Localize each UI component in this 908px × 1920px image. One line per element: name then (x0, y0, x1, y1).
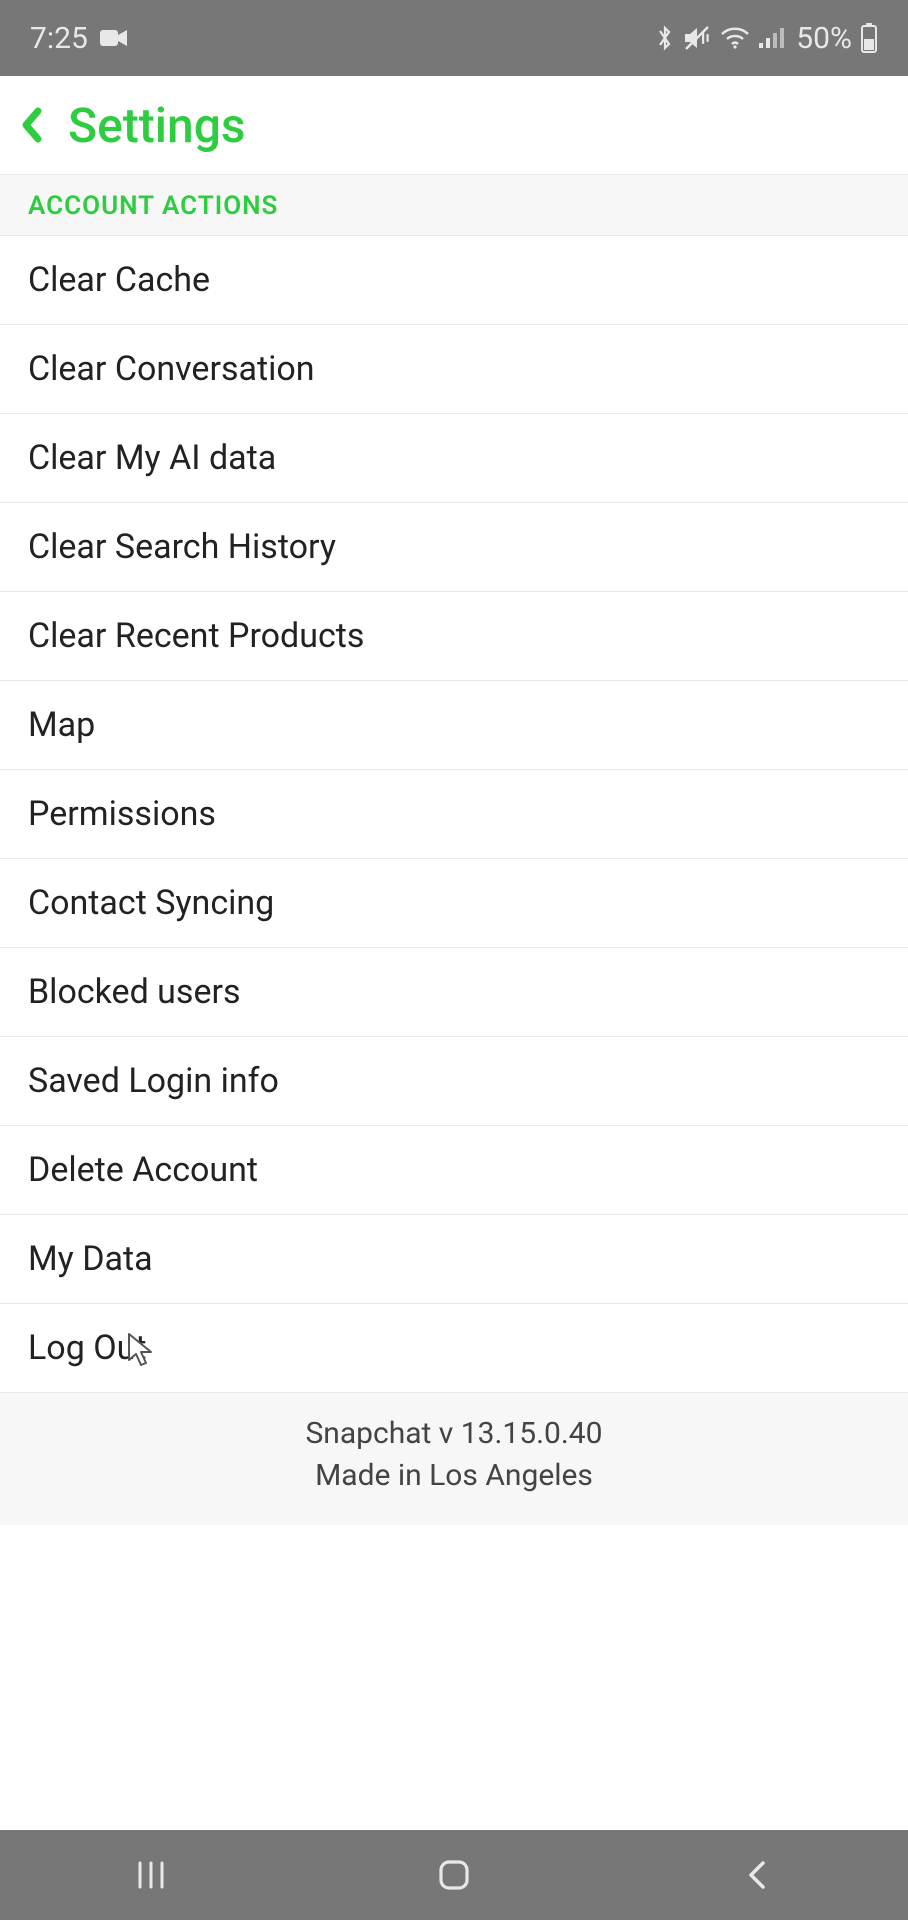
nav-recents-button[interactable] (121, 1845, 181, 1905)
item-my-data[interactable]: My Data (0, 1215, 908, 1304)
back-button[interactable] (18, 105, 66, 145)
wifi-icon (720, 26, 750, 50)
signal-icon (758, 27, 784, 49)
page-title: Settings (68, 97, 246, 154)
nav-home-button[interactable] (424, 1845, 484, 1905)
app-version-footer: Snapchat v 13.15.0.40 Made in Los Angele… (0, 1393, 908, 1525)
item-clear-cache[interactable]: Clear Cache (0, 236, 908, 325)
footer-line-1: Snapchat v 13.15.0.40 (0, 1413, 908, 1455)
item-label: Permissions (28, 794, 216, 834)
item-contact-syncing[interactable]: Contact Syncing (0, 859, 908, 948)
item-label: Saved Login info (28, 1061, 279, 1101)
item-permissions[interactable]: Permissions (0, 770, 908, 859)
item-clear-my-ai-data[interactable]: Clear My AI data (0, 414, 908, 503)
item-saved-login-info[interactable]: Saved Login info (0, 1037, 908, 1126)
item-blocked-users[interactable]: Blocked users (0, 948, 908, 1037)
item-label: Blocked users (28, 972, 241, 1012)
nav-back-button[interactable] (727, 1845, 787, 1905)
status-time: 7:25 (30, 21, 88, 56)
item-clear-conversation[interactable]: Clear Conversation (0, 325, 908, 414)
mute-vibrate-icon (682, 25, 712, 51)
item-label: Clear Search History (28, 527, 336, 567)
item-log-out[interactable]: Log Out (0, 1304, 908, 1393)
item-label: My Data (28, 1239, 153, 1279)
item-map[interactable]: Map (0, 681, 908, 770)
item-label: Clear Recent Products (28, 616, 364, 656)
item-label: Clear My AI data (28, 438, 276, 478)
status-bar: 7:25 50% (0, 0, 908, 76)
page-header: Settings (0, 76, 908, 174)
chevron-left-icon (18, 105, 46, 145)
system-nav-bar (0, 1830, 908, 1920)
status-left: 7:25 (30, 21, 128, 56)
bluetooth-icon (656, 24, 674, 52)
item-delete-account[interactable]: Delete Account (0, 1126, 908, 1215)
item-label: Map (28, 705, 95, 745)
footer-line-2: Made in Los Angeles (0, 1455, 908, 1497)
item-clear-recent-products[interactable]: Clear Recent Products (0, 592, 908, 681)
section-header-account-actions: ACCOUNT ACTIONS (0, 174, 908, 236)
status-right: 50% (656, 21, 878, 56)
item-label: Delete Account (28, 1150, 258, 1190)
item-clear-search-history[interactable]: Clear Search History (0, 503, 908, 592)
item-label: Clear Conversation (28, 349, 315, 389)
item-label: Log Out (28, 1328, 147, 1368)
settings-list: Clear Cache Clear Conversation Clear My … (0, 236, 908, 1393)
battery-icon (860, 23, 878, 53)
item-label: Contact Syncing (28, 883, 274, 923)
home-icon (434, 1855, 474, 1895)
item-label: Clear Cache (28, 260, 210, 300)
back-icon (742, 1855, 772, 1895)
battery-text: 50% (796, 21, 852, 56)
recents-icon (133, 1857, 169, 1893)
video-recording-icon (100, 21, 128, 56)
